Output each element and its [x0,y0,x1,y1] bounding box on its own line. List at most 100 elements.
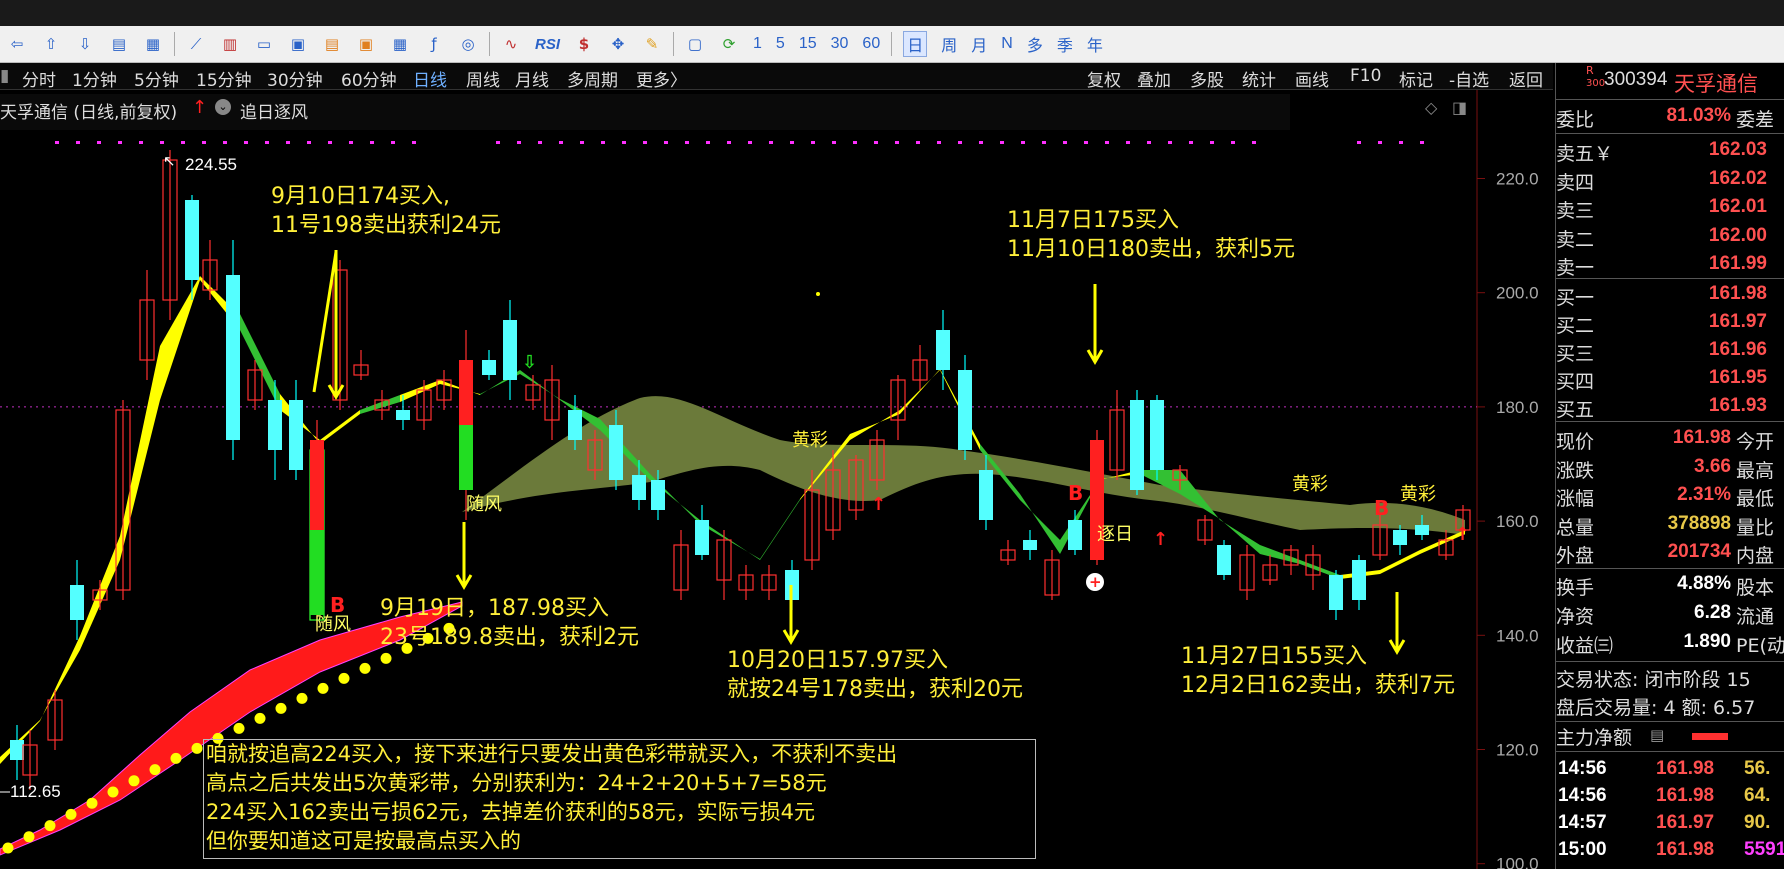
tick-time: 14:56 [1558,785,1607,806]
btn-fuquan[interactable]: 复权 [1087,66,1121,91]
period-5-button[interactable]: 5 [776,35,785,53]
stock-code[interactable]: 300394 [1604,69,1667,91]
view-multi-button[interactable]: 多 [1027,32,1043,56]
tab-5min[interactable]: 5分钟 [134,66,179,91]
tab-day[interactable]: 日线 [413,66,447,91]
stat-row-value: 2.31% [1677,484,1731,505]
tab-month[interactable]: 月线 [515,66,549,91]
note-line: 224买入162卖出亏损62元，去掉差价获利的58元，实际亏损4元 [206,800,815,824]
bid-row: 买一 161.98 [1556,281,1784,309]
f10-icon[interactable]: ▣ [286,32,310,56]
bid-row: 买五 161.93 [1556,393,1784,421]
stock-name[interactable]: 天孚通信 [1674,68,1758,98]
signal-candle-top [310,440,324,530]
f12-icon[interactable]: ▦ [388,32,412,56]
tab-30min[interactable]: 30分钟 [267,66,323,91]
f10-info-icon[interactable]: ▭ [252,32,276,56]
btn-back[interactable]: 返回 [1509,66,1543,91]
signal-dot [580,141,584,144]
toolbar-separator [174,32,175,56]
arrow-down-icon[interactable]: ⇩ [73,32,97,56]
view-month-button[interactable]: 月 [971,32,987,56]
signal-dot [1252,141,1256,144]
signal-dot [1378,141,1382,144]
tab-60min[interactable]: 60分钟 [341,66,397,91]
signal-dot [916,141,920,144]
refresh-icon[interactable]: ◎ [456,32,480,56]
view-n-button[interactable]: N [1001,35,1013,53]
indicator-icon[interactable]: ∿ [499,32,523,56]
candle-body [1329,575,1343,610]
chevron-down-icon[interactable]: ⌄ [215,99,231,115]
stat-row-label: 总量 [1556,516,1595,539]
period-1-button[interactable]: 1 [753,35,762,53]
signal-dot [412,141,416,144]
select-stock-icon[interactable]: ▤ [107,32,131,56]
btn-zixuan[interactable]: -自选 [1449,66,1489,91]
chart-title: 天孚通信 (日线,前复权) [0,103,178,123]
tab-fenshi[interactable]: 分时 [22,66,56,91]
tab-1min[interactable]: 1分钟 [72,66,117,91]
ribbon-segment [400,380,440,402]
annotation-2: 9月19日，187.98买入 23号189.8卖出，获利2元 [380,594,639,652]
report-icon[interactable]: ▤ [320,32,344,56]
news-icon[interactable]: ▣ [354,32,378,56]
btn-diejia[interactable]: 叠加 [1137,66,1171,91]
view-year-button[interactable]: 年 [1087,32,1103,56]
view-week-button[interactable]: 周 [941,32,957,56]
signal-dot [223,141,227,144]
line-chart-icon[interactable]: ⟋ [184,32,208,56]
rsi-button[interactable]: RSI [535,36,560,53]
signal-dot [55,141,59,144]
signal-dot [496,141,500,144]
sync-icon[interactable]: ⟳ [717,32,741,56]
ask-row-label: 卖二 [1556,228,1595,251]
annotation-line: 就按24号178卖出，获利20元 [727,677,1023,702]
period-60-button[interactable]: 60 [862,35,880,53]
view-day-button[interactable]: 日 [903,31,928,57]
btn-f10[interactable]: F10 [1350,66,1381,86]
money-icon[interactable]: $ [572,32,596,56]
kline-chart[interactable]: 220.0 200.0 180.0 160.0 140.0 120.0 100.0 ↑ ↑ ↑ ⇩ +… [0,90,1553,869]
panel-toggle-icon[interactable]: ◨ [1452,98,1467,117]
period-30-button[interactable]: 30 [831,35,849,53]
ask-row: 卖三 162.01 [1556,194,1784,222]
tab-multi-period[interactable]: 多周期 [567,66,618,91]
btn-biaoji[interactable]: 标记 [1399,66,1433,91]
tab-more[interactable]: 更多〉 [636,66,687,91]
quote-panel: R 300 300394 天孚通信 委比 81.03% 委差 交易状态: 闭市阶… [1555,63,1784,869]
period-15-button[interactable]: 15 [799,35,817,53]
tick-price: 161.98 [1656,758,1715,779]
arrow-up-icon[interactable]: ⇧ [39,32,63,56]
arrow-left-icon[interactable]: ⇦ [5,32,29,56]
band-dot [107,786,119,798]
signal-candle-bottom [310,530,324,615]
stat-row-value: 378898 [1667,512,1731,534]
btn-tongji[interactable]: 统计 [1242,66,1276,91]
bid-row-label: 买五 [1556,399,1595,421]
pencil-icon[interactable]: ✎ [640,32,664,56]
small-dot [816,292,820,296]
tab-15min[interactable]: 15分钟 [196,66,252,91]
plus-circle-glyph: + [1089,573,1102,591]
quote-list-icon[interactable]: ▦ [141,32,165,56]
formula-icon[interactable]: ƒ [422,32,446,56]
diamond-icon[interactable]: ◇ [1425,98,1437,117]
indicator-name[interactable]: 追日逐风 [240,98,308,123]
candle-body [268,400,282,450]
view-season-button[interactable]: 季 [1057,32,1073,56]
btn-duogu[interactable]: 多股 [1190,66,1224,91]
up-arrow-icon: ↑ [192,97,208,118]
signal-dot [559,141,563,144]
btn-huaxian[interactable]: 画线 [1295,66,1329,91]
toolbar: ⇦ ⇧ ⇩ ▤ ▦ ⟋ ▥ ▭ ▣ ▤ ▣ ▦ ƒ ◎ ∿ RSI $ ✥ ✎ … [0,26,1784,63]
list-icon[interactable]: ▤ [1650,726,1664,744]
kline-icon[interactable]: ▥ [218,32,242,56]
collapse-handle[interactable]: ▮ [0,66,9,86]
signal-dot [832,141,836,144]
stat-row-value: 201734 [1667,541,1731,562]
f5-icon[interactable]: ▢ [683,32,707,56]
signal-dot [1231,141,1235,144]
tab-week[interactable]: 周线 [466,66,500,91]
move-icon[interactable]: ✥ [606,32,630,56]
